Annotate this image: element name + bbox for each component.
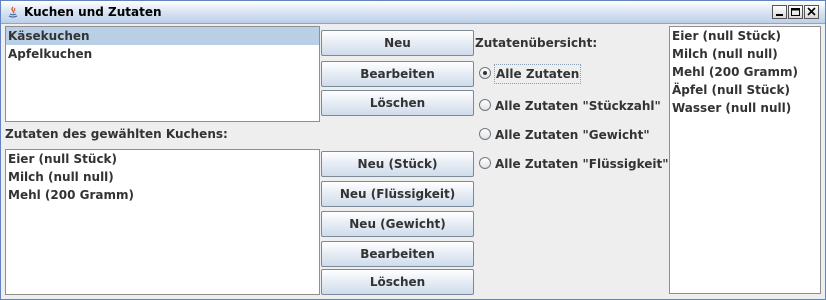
radio-unselected-icon [479, 99, 491, 111]
filter-weight-radio[interactable]: Alle Zutaten "Gewicht" [479, 126, 665, 144]
cake-list-item-apfelkuchen[interactable]: Apfelkuchen [6, 45, 319, 63]
window-title: Kuchen und Zutaten [24, 5, 162, 19]
close-button[interactable] [804, 5, 819, 19]
ingredient-list[interactable]: Eier (null Stück) Milch (null null) Mehl… [5, 149, 320, 295]
radio-unselected-icon [479, 128, 491, 140]
cake-list[interactable]: Käsekuchen Apfelkuchen [5, 26, 320, 122]
filter-liquid-radio[interactable]: Alle Zutaten "Flüssigkeit" [479, 155, 669, 173]
ingredient-list-item[interactable]: Mehl (200 Gramm) [6, 186, 319, 204]
filter-all-label: Alle Zutaten [493, 64, 582, 84]
radio-unselected-icon [479, 157, 491, 169]
ingredients-heading: Zutaten des gewählten Kuchens: [5, 127, 228, 141]
overview-heading: Zutatenübersicht: [475, 36, 598, 50]
ingredient-new-liquid-button[interactable]: Neu (Flüssigkeit) [321, 181, 474, 207]
main-window: Kuchen und Zutaten Käsekuchen Apfelkuche… [0, 0, 826, 300]
filter-liquid-label: Alle Zutaten "Flüssigkeit" [495, 157, 669, 171]
ingredient-list-item[interactable]: Eier (null Stück) [6, 150, 319, 168]
ingredient-new-weight-button[interactable]: Neu (Gewicht) [321, 211, 474, 237]
filter-count-radio[interactable]: Alle Zutaten "Stückzahl" [479, 97, 665, 115]
ingredient-list-item[interactable]: Milch (null null) [6, 168, 319, 186]
filter-weight-label: Alle Zutaten "Gewicht" [495, 128, 650, 142]
overview-list-item[interactable]: Äpfel (null Stück) [670, 81, 820, 99]
ingredient-edit-button[interactable]: Bearbeiten [321, 241, 474, 267]
overview-list-item[interactable]: Mehl (200 Gramm) [670, 63, 820, 81]
title-bar[interactable]: Kuchen und Zutaten [1, 1, 825, 24]
overview-list-item[interactable]: Milch (null null) [670, 45, 820, 63]
overview-list-item[interactable]: Wasser (null null) [670, 99, 820, 117]
ingredient-delete-button[interactable]: Löschen [321, 269, 474, 295]
maximize-button[interactable] [788, 5, 803, 19]
radio-selected-icon [479, 67, 491, 79]
minimize-button[interactable] [772, 5, 787, 19]
cake-delete-button[interactable]: Löschen [321, 90, 474, 116]
overview-list[interactable]: Eier (null Stück) Milch (null null) Mehl… [669, 26, 821, 294]
cake-list-item-kaesekuchen[interactable]: Käsekuchen [6, 27, 319, 45]
filter-count-label: Alle Zutaten "Stückzahl" [495, 99, 661, 113]
cake-new-button[interactable]: Neu [321, 30, 474, 56]
filter-all-radio[interactable]: Alle Zutaten [479, 64, 665, 84]
overview-list-item[interactable]: Eier (null Stück) [670, 27, 820, 45]
cake-edit-button[interactable]: Bearbeiten [321, 61, 474, 87]
ingredient-new-count-button[interactable]: Neu (Stück) [321, 151, 474, 177]
java-icon [8, 6, 18, 18]
